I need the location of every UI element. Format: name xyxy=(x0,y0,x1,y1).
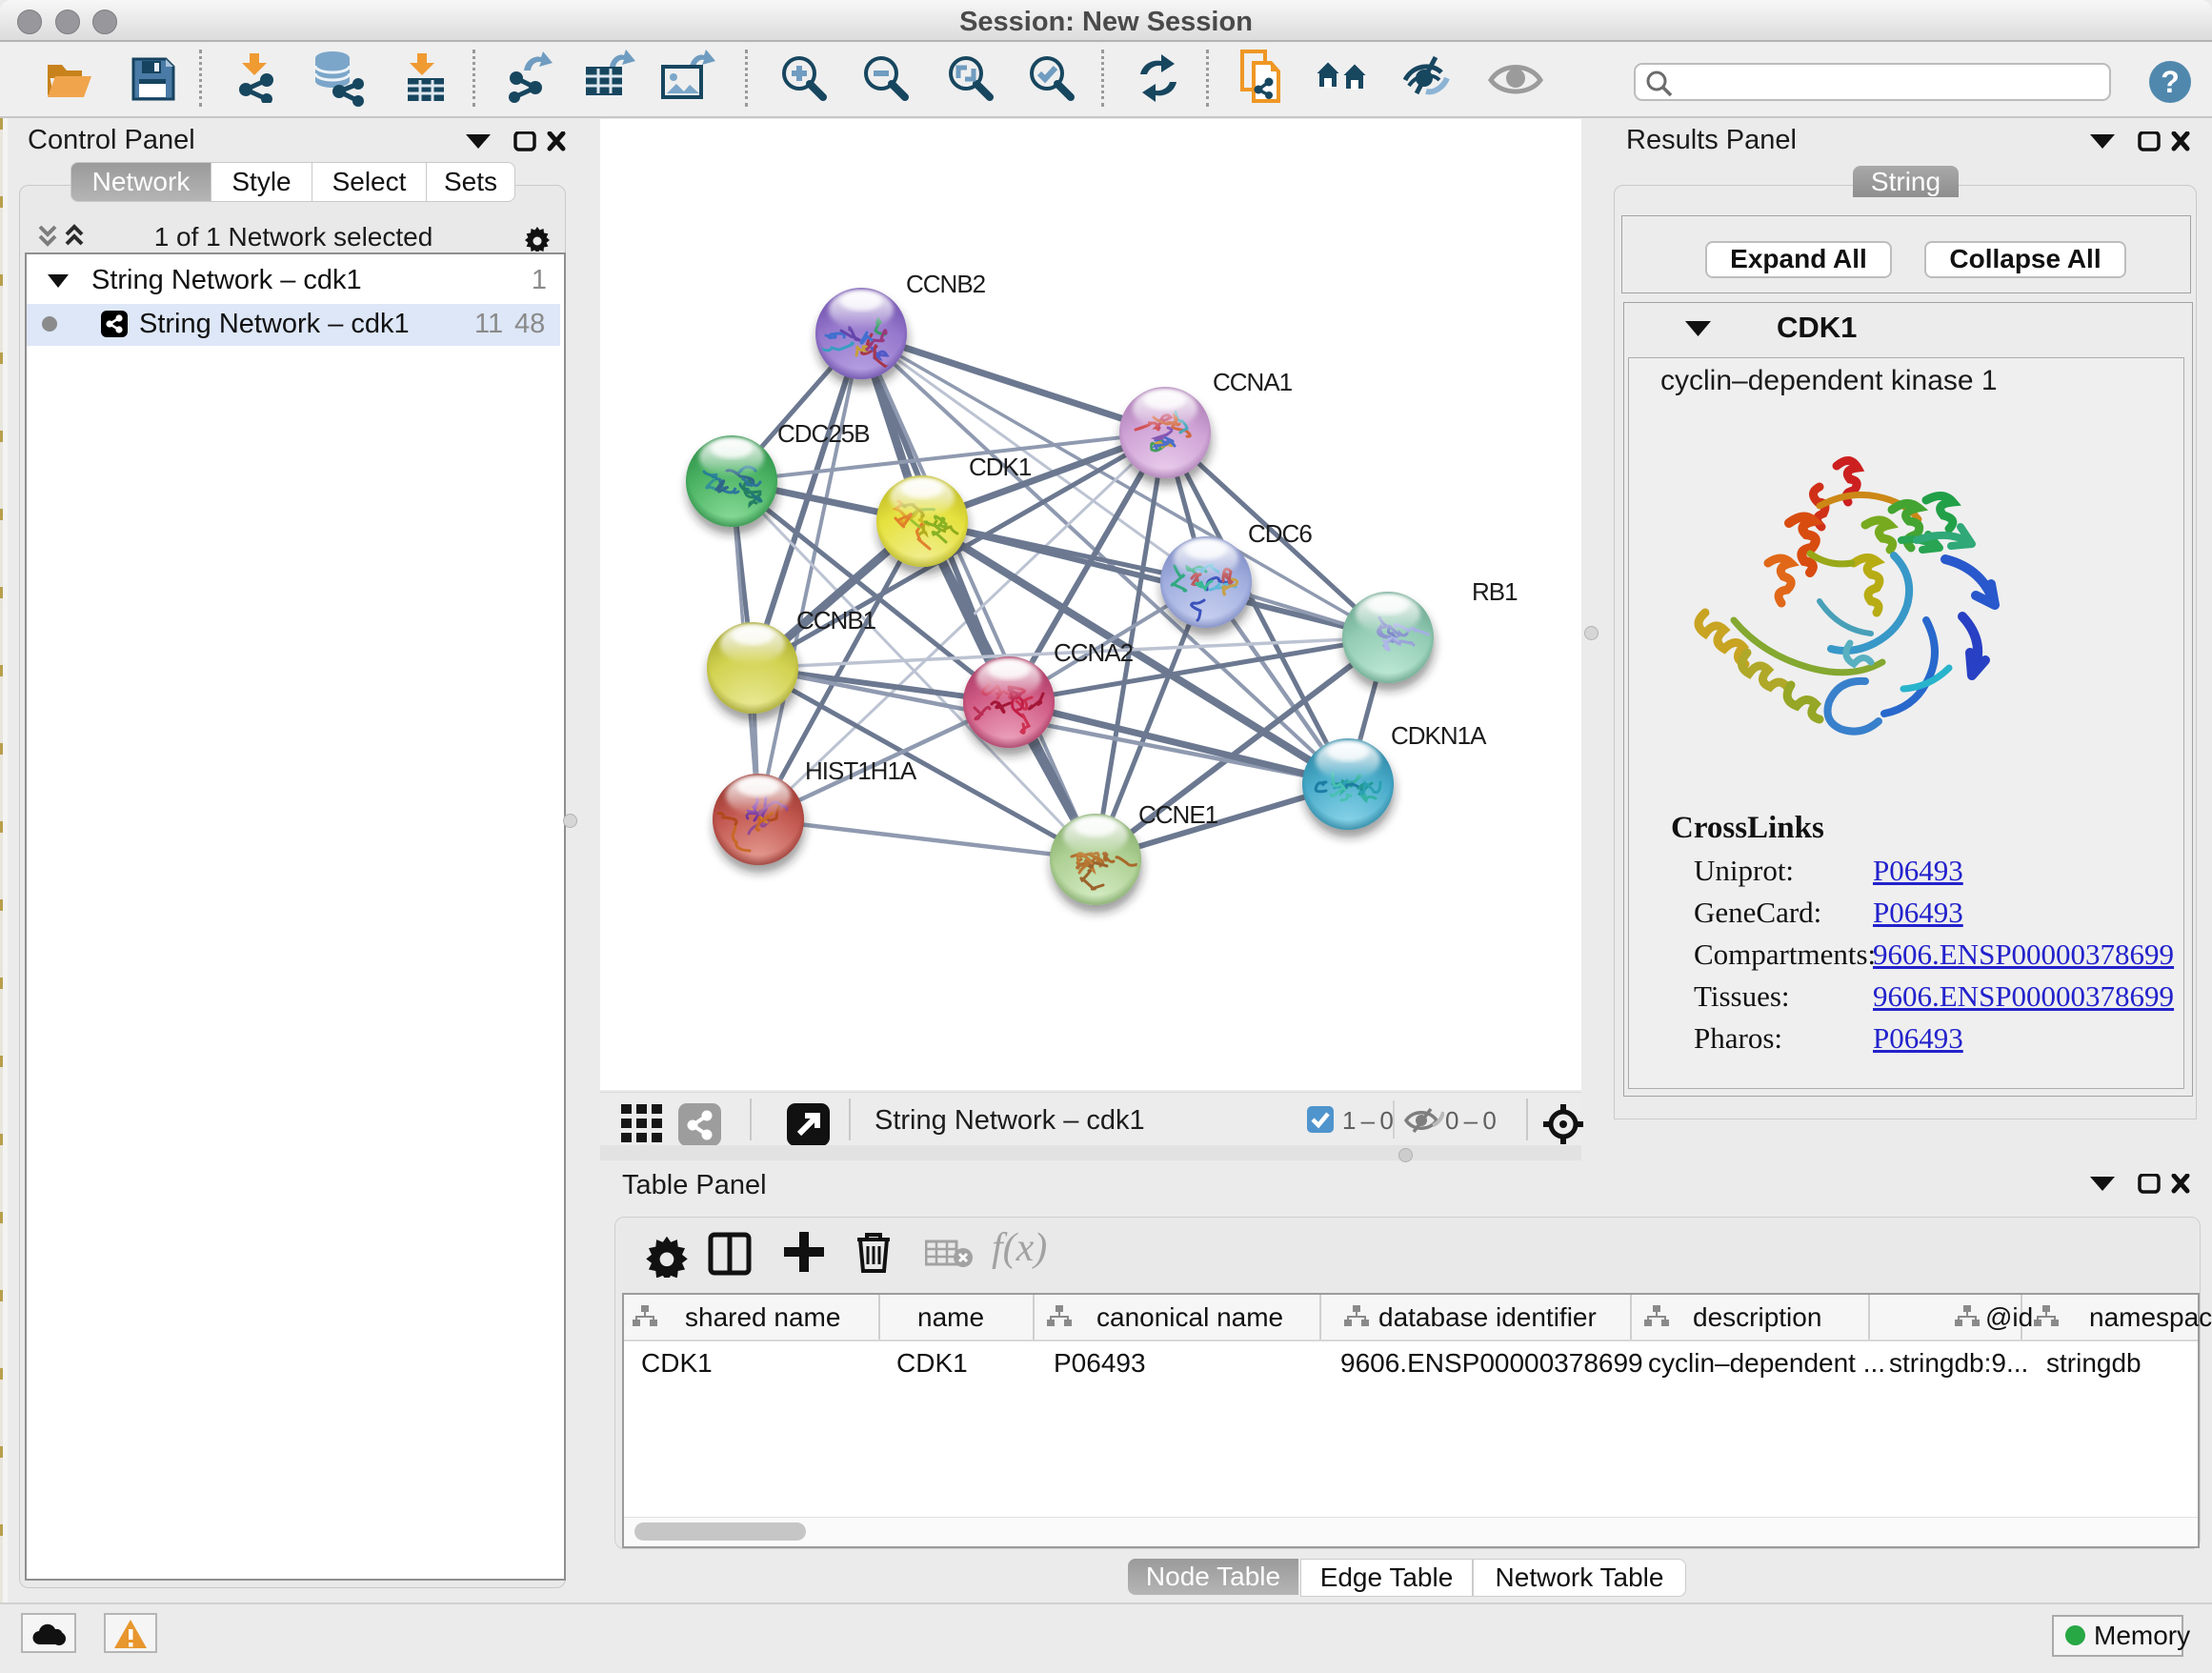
svg-text:CCNA2: CCNA2 xyxy=(1054,638,1134,667)
svg-text:CCNB1: CCNB1 xyxy=(796,606,876,635)
svg-text:CDC6: CDC6 xyxy=(1248,519,1312,548)
svg-text:RB1: RB1 xyxy=(1472,577,1518,606)
svg-text:HIST1H1A: HIST1H1A xyxy=(805,756,917,785)
svg-text:CCNB2: CCNB2 xyxy=(906,270,986,298)
svg-text:?: ? xyxy=(2161,65,2180,99)
svg-text:CDC25B: CDC25B xyxy=(777,419,870,448)
svg-text:CDK1: CDK1 xyxy=(969,453,1032,481)
svg-text:CCNA1: CCNA1 xyxy=(1213,368,1293,396)
svg-text:CDKN1A: CDKN1A xyxy=(1391,721,1487,750)
svg-text:CCNE1: CCNE1 xyxy=(1138,800,1218,829)
